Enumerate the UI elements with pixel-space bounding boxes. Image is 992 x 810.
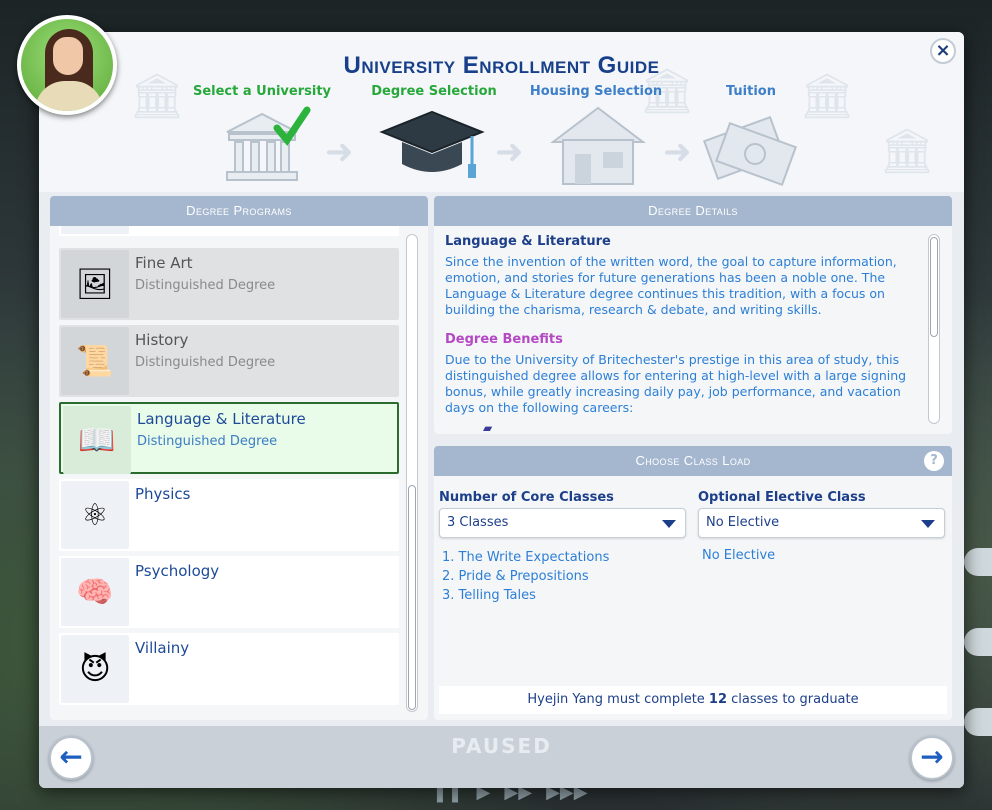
- step-arrow-icon: ➜: [495, 132, 524, 172]
- list-item[interactable]: 🖼 Fine Art Distinguished Degree: [59, 248, 399, 320]
- degree-name: Physics: [135, 485, 191, 503]
- avatar: [17, 15, 117, 115]
- painting-icon: 🖼: [61, 250, 129, 318]
- list-item[interactable]: 📜: [59, 226, 399, 236]
- core-class-list: 1. The Write Expectations 2. Pride & Pre…: [442, 548, 609, 605]
- dropdown-value: 3 Classes: [447, 515, 509, 530]
- degree-subtitle: Distinguished Degree: [137, 434, 278, 449]
- back-button[interactable]: ←: [49, 736, 93, 780]
- graduation-cap-icon: [379, 110, 485, 178]
- programs-scrollbar[interactable]: [406, 234, 418, 712]
- graduation-requirement: Hyejin Yang must complete 12 classes to …: [439, 686, 947, 714]
- degree-subtitle: Distinguished Degree: [135, 355, 276, 370]
- class-load-panel: Choose Class Load ? Number of Core Class…: [434, 446, 952, 720]
- book-icon: 📖: [63, 406, 131, 474]
- university-check-icon: [226, 106, 311, 181]
- list-item: 2. Pride & Prepositions: [442, 569, 589, 584]
- details-body: Language & Literature Since the inventio…: [445, 234, 925, 434]
- avatar-face: [53, 37, 83, 75]
- scrollbar-thumb[interactable]: [408, 485, 416, 710]
- page-title: University Enrollment Guide: [343, 52, 660, 79]
- help-button[interactable]: ?: [924, 451, 944, 471]
- core-classes-label: Number of Core Classes: [439, 490, 614, 505]
- step-label: Housing Selection: [529, 84, 663, 99]
- scrollbar-thumb[interactable]: [930, 237, 938, 337]
- side-chip: [964, 628, 992, 656]
- details-title: Language & Literature: [445, 234, 611, 249]
- degree-list: 📜 🖼 Fine Art Distinguished Degree 📜 Hist…: [59, 226, 399, 714]
- panel-header: Choose Class Load: [434, 446, 952, 476]
- degree-name: History: [135, 331, 189, 349]
- scroll-icon: 📜: [61, 226, 129, 234]
- grad-suffix: classes to graduate: [727, 692, 859, 707]
- side-chip: [964, 548, 992, 576]
- step-label: Tuition: [725, 84, 776, 99]
- side-panel-peek: [962, 548, 992, 768]
- degree-name: Language & Literature: [137, 410, 306, 428]
- next-button[interactable]: →: [910, 736, 954, 780]
- list-item[interactable]: 📜 History Distinguished Degree: [59, 325, 399, 397]
- paused-label: PAUSED: [451, 734, 552, 758]
- list-item[interactable]: 😈 Villainy: [59, 633, 399, 705]
- step-arrow-icon: ➜: [325, 132, 354, 172]
- step-degree-selection: Degree Selection: [359, 84, 509, 102]
- money-icon: [702, 115, 798, 187]
- details-description: Since the invention of the written word,…: [445, 254, 897, 317]
- degree-name: Fine Art: [135, 254, 193, 272]
- dropdown-value: No Elective: [706, 515, 780, 530]
- atom-icon: ⚛: [61, 481, 129, 549]
- dialog-footer: PAUSED ← →: [39, 726, 964, 788]
- step-housing-selection: Housing Selection: [521, 84, 671, 102]
- house-icon: [550, 106, 646, 185]
- close-button[interactable]: ×: [930, 38, 956, 64]
- degree-name: Psychology: [135, 562, 220, 580]
- list-item[interactable]: ⚛ Physics: [59, 479, 399, 551]
- benefits-text: Due to the University of Britechester's …: [445, 352, 907, 415]
- career-icon: ▰: [483, 421, 493, 434]
- degree-name: Villainy: [135, 639, 190, 657]
- panel-header: Degree Details: [434, 196, 952, 226]
- chevron-down-icon: [662, 520, 676, 528]
- step-select-university: Select a University: [187, 84, 337, 102]
- panel-header: Degree Programs: [50, 196, 428, 226]
- degree-subtitle: Distinguished Degree: [135, 278, 276, 293]
- university-watermark-icon: 🏛: [879, 126, 935, 177]
- enrollment-dialog: 🏛 🏛 🏛 🏛 University Enrollment Guide × Se…: [39, 32, 964, 788]
- grad-count: 12: [708, 692, 728, 707]
- details-scrollbar[interactable]: [928, 234, 940, 424]
- list-item[interactable]: 🧠 Psychology: [59, 556, 399, 628]
- scroll-icon: 📜: [61, 327, 129, 395]
- step-label: Degree Selection: [371, 84, 497, 99]
- degree-programs-panel: Degree Programs 📜 🖼 Fine Art Distinguish…: [50, 196, 428, 720]
- benefits-title: Degree Benefits: [445, 332, 563, 347]
- degree-details-panel: Degree Details Language & Literature Sin…: [434, 196, 952, 434]
- list-item: 3. Telling Tales: [442, 588, 536, 603]
- chevron-down-icon: [921, 520, 935, 528]
- brain-icon: 🧠: [61, 558, 129, 626]
- list-item[interactable]: 📖 Language & Literature Distinguished De…: [59, 402, 399, 474]
- elective-selected: No Elective: [702, 548, 776, 563]
- core-classes-dropdown[interactable]: 3 Classes: [439, 508, 686, 538]
- elective-label: Optional Elective Class: [698, 490, 866, 505]
- grad-prefix: Hyejin Yang must complete: [527, 692, 709, 707]
- list-item: 1. The Write Expectations: [442, 550, 610, 565]
- devil-icon: 😈: [61, 635, 129, 703]
- elective-dropdown[interactable]: No Elective: [698, 508, 945, 538]
- side-chip: [964, 708, 992, 736]
- step-tuition: Tuition: [676, 84, 826, 102]
- step-label: Select a University: [192, 84, 332, 99]
- step-arrow-icon: ➜: [663, 132, 692, 172]
